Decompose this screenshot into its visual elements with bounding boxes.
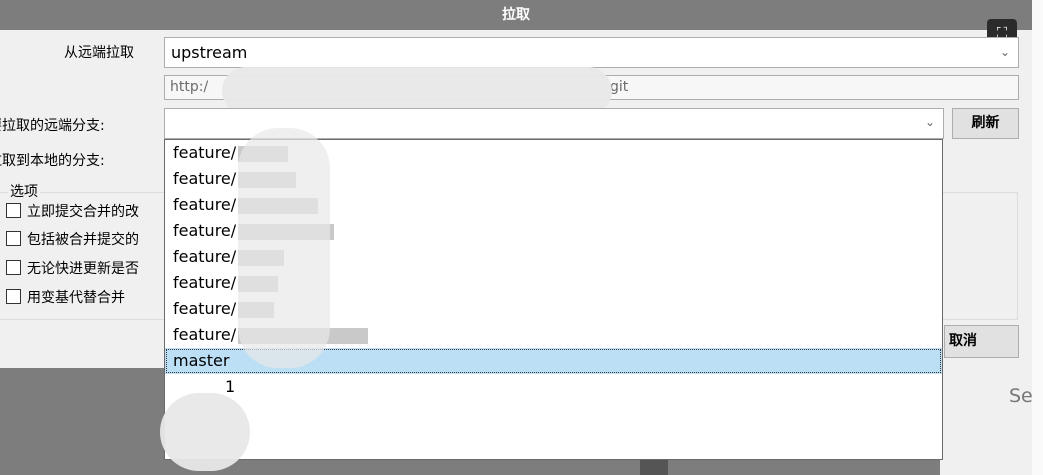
remote-branch-label: 要拉取的远端分支: <box>0 118 105 134</box>
remote-combobox[interactable]: upstream ⌄ <box>164 37 1019 68</box>
list-item[interactable]: 1 <box>165 374 942 400</box>
checkbox[interactable] <box>6 231 21 246</box>
option-label: 无论快进更新是否 <box>27 261 139 277</box>
remote-value: upstream <box>171 43 248 62</box>
options-group-label: 选项 <box>8 181 40 201</box>
option-label: 立即提交合并的改 <box>27 204 139 220</box>
cancel-button[interactable]: 取消 <box>944 325 1019 358</box>
checkbox[interactable] <box>6 289 21 304</box>
dialog-title: 拉取 <box>0 0 1032 30</box>
url-suffix: git <box>610 79 629 95</box>
chevron-down-icon: ⌄ <box>924 115 935 129</box>
option-label: 包括被合并提交的 <box>27 232 139 248</box>
redaction-blur <box>160 393 250 471</box>
background-edge <box>1032 0 1043 475</box>
option-fast-forward[interactable]: 无论快进更新是否 <box>6 259 139 279</box>
checkbox[interactable] <box>6 260 21 275</box>
background-fragment-text: Se <box>1009 385 1033 407</box>
option-commit-merge[interactable]: 立即提交合并的改 <box>6 202 139 222</box>
redaction-blur <box>238 128 330 368</box>
refresh-button[interactable]: 刷新 <box>952 108 1019 139</box>
option-label: 用变基代替合并 <box>27 290 125 306</box>
remote-label: 从远端拉取 <box>64 45 134 61</box>
option-include-merged[interactable]: 包括被合并提交的 <box>6 230 139 250</box>
background-scroll-strip <box>640 458 668 475</box>
local-branch-label: 拉取到本地的分支: <box>0 153 105 169</box>
checkbox[interactable] <box>6 203 21 218</box>
chevron-down-icon: ⌄ <box>999 45 1010 59</box>
option-rebase[interactable]: 用变基代替合并 <box>6 288 125 308</box>
url-value: http:/ <box>170 79 209 95</box>
